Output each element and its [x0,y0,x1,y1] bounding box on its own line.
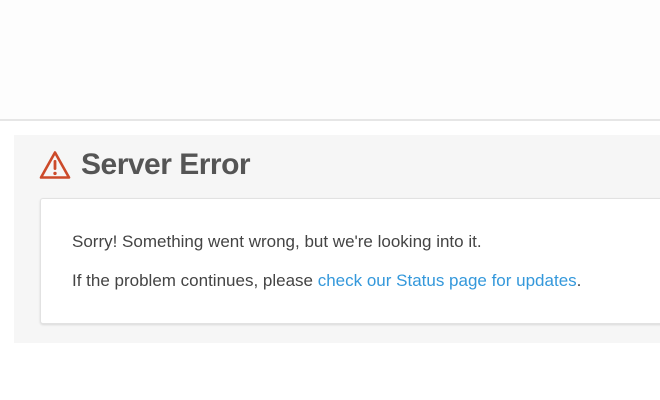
warning-icon [39,150,71,180]
status-message-suffix: . [576,271,582,290]
error-panel: Server Error Sorry! Something went wrong… [14,135,660,343]
error-message-card: Sorry! Something went wrong, but we're l… [40,198,660,324]
error-heading: Server Error [39,145,251,185]
top-bar [0,0,660,121]
status-message-prefix: If the problem continues, please [72,271,318,290]
page-title: Server Error [81,148,251,181]
status-message-line: If the problem continues, please check o… [72,271,581,291]
error-message-line: Sorry! Something went wrong, but we're l… [72,232,482,251]
status-page-link[interactable]: check our Status page for updates [318,271,577,290]
